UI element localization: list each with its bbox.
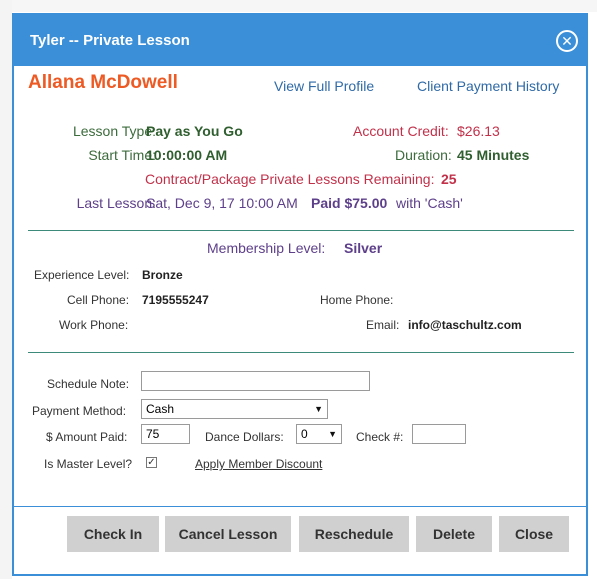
duration-label: Duration: bbox=[395, 147, 452, 163]
lessons-remaining-label: Contract/Package Private Lessons Remaini… bbox=[145, 171, 435, 187]
membership-level-label: Membership Level: bbox=[207, 240, 326, 256]
payment-method-label: Payment Method: bbox=[32, 404, 127, 418]
reschedule-button[interactable]: Reschedule bbox=[299, 516, 409, 552]
membership-level-value: Silver bbox=[344, 240, 383, 256]
cell-phone-label: Cell Phone: bbox=[67, 293, 130, 307]
amount-paid-label: $ Amount Paid: bbox=[46, 430, 128, 444]
footer-divider bbox=[14, 506, 586, 507]
delete-button[interactable]: Delete bbox=[416, 516, 492, 552]
check-in-button[interactable]: Check In bbox=[67, 516, 159, 552]
start-time-value: 10:00:00 AM bbox=[146, 147, 228, 163]
cell-phone-value: 7195555247 bbox=[142, 293, 209, 307]
dialog-titlebar: Tyler -- Private Lesson ✕ bbox=[14, 15, 586, 66]
work-phone-label: Work Phone: bbox=[59, 318, 129, 332]
experience-level-label: Experience Level: bbox=[34, 268, 130, 282]
client-name: Allana McDowell bbox=[28, 72, 178, 93]
duration-value: 45 Minutes bbox=[457, 147, 530, 163]
page-backdrop-top bbox=[0, 0, 597, 12]
dance-dollars-select[interactable]: 0 ▼ bbox=[296, 424, 342, 444]
close-button[interactable]: Close bbox=[499, 516, 569, 552]
chevron-down-icon: ▼ bbox=[328, 429, 337, 439]
dance-dollars-value: 0 bbox=[301, 427, 308, 441]
master-level-label: Is Master Level? bbox=[44, 457, 133, 471]
lesson-type-label: Lesson Type: bbox=[72, 123, 156, 139]
last-lesson-label: Last Lesson: bbox=[76, 195, 156, 211]
view-full-profile-link[interactable]: View Full Profile bbox=[274, 78, 374, 94]
last-lesson-value: Sat, Dec 9, 17 10:00 AM bbox=[146, 195, 298, 211]
section-divider bbox=[28, 352, 574, 353]
lesson-type-value: Pay as You Go bbox=[146, 123, 243, 139]
account-credit-value: $26.13 bbox=[457, 123, 500, 139]
home-phone-label: Home Phone: bbox=[320, 293, 394, 307]
dance-dollars-label: Dance Dollars: bbox=[205, 430, 284, 444]
section-divider bbox=[28, 230, 574, 231]
experience-level-value: Bronze bbox=[142, 268, 183, 282]
schedule-note-label: Schedule Note: bbox=[47, 377, 130, 391]
last-lesson-method: with 'Cash' bbox=[396, 195, 463, 211]
dialog-content: Allana McDowell View Full Profile Client… bbox=[14, 66, 586, 506]
check-number-input[interactable] bbox=[412, 424, 466, 444]
chevron-down-icon: ▼ bbox=[314, 404, 323, 414]
check-number-label: Check #: bbox=[356, 430, 404, 444]
account-credit-label: Account Credit: bbox=[353, 123, 449, 139]
email-label: Email: bbox=[366, 318, 400, 332]
lessons-remaining-value: 25 bbox=[441, 171, 457, 187]
payment-method-value: Cash bbox=[146, 402, 175, 416]
client-payment-history-link[interactable]: Client Payment History bbox=[417, 78, 559, 94]
email-value: info@taschultz.com bbox=[408, 318, 522, 332]
payment-method-select[interactable]: Cash ▼ bbox=[141, 399, 328, 419]
cancel-lesson-button[interactable]: Cancel Lesson bbox=[165, 516, 291, 552]
page-backdrop-left bbox=[0, 0, 12, 579]
amount-paid-input[interactable] bbox=[141, 424, 190, 444]
close-icon[interactable]: ✕ bbox=[556, 29, 578, 52]
private-lesson-dialog: Tyler -- Private Lesson ✕ Allana McDowel… bbox=[12, 13, 588, 576]
apply-member-discount-link[interactable]: Apply Member Discount bbox=[195, 457, 322, 471]
dialog-title: Tyler -- Private Lesson bbox=[30, 32, 190, 49]
last-lesson-paid: Paid $75.00 bbox=[311, 195, 388, 211]
master-level-checkbox[interactable]: ✓ bbox=[146, 457, 157, 468]
schedule-note-input[interactable] bbox=[141, 371, 370, 391]
